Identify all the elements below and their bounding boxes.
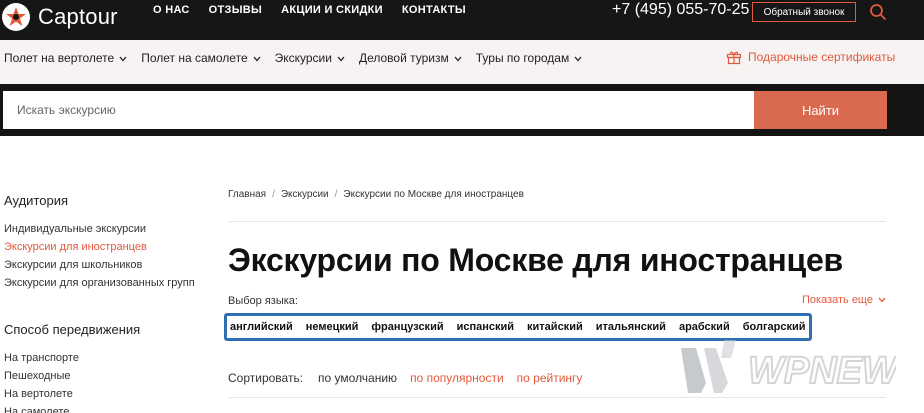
breadcrumb-separator: / — [334, 189, 338, 200]
nav-city-tours[interactable]: Туры по городам — [476, 51, 582, 65]
watermark-text: WPNEW — [748, 350, 896, 392]
top-nav: О НАС ОТЗЫВЫ АКЦИИ И СКИДКИ КОНТАКТЫ — [153, 4, 466, 16]
language-arabic[interactable]: арабский — [679, 321, 730, 333]
gift-certificates-label: Подарочные сертификаты — [748, 50, 896, 64]
sort-default[interactable]: по умолчанию — [318, 371, 397, 385]
sidebar-item-schoolchildren[interactable]: Экскурсии для школьников — [4, 256, 195, 274]
logo-star-icon — [2, 3, 30, 31]
language-german[interactable]: немецкий — [306, 321, 359, 333]
breadcrumb: Главная / Экскурсии / Экскурсии по Москв… — [228, 189, 524, 200]
phone-number[interactable]: +7 (495) 055-70-25 — [612, 1, 749, 19]
gift-icon — [726, 51, 742, 65]
nav-excursions[interactable]: Экскурсии — [275, 51, 345, 65]
sidebar-item-individual[interactable]: Индивидуальные экскурсии — [4, 220, 195, 238]
language-french[interactable]: французский — [371, 321, 443, 333]
sidebar-item-groups[interactable]: Экскурсии для организованных групп — [4, 274, 195, 292]
top-bar: Captour О НАС ОТЗЫВЫ АКЦИИ И СКИДКИ КОНТ… — [0, 0, 924, 40]
breadcrumb-home[interactable]: Главная — [228, 189, 266, 200]
language-english[interactable]: английский — [230, 321, 293, 333]
chevron-down-icon — [454, 51, 462, 65]
top-nav-contacts[interactable]: КОНТАКТЫ — [402, 4, 466, 16]
brand-name: Captour — [38, 4, 118, 29]
nav-helicopter-label: Полет на вертолете — [4, 51, 115, 65]
sidebar-item-airplane[interactable]: На самолете — [4, 403, 140, 413]
gift-certificates-link[interactable]: Подарочные сертификаты — [726, 49, 895, 65]
nav-business-label: Деловой туризм — [358, 51, 449, 65]
nav-business[interactable]: Деловой туризм — [359, 51, 462, 65]
nav-airplane[interactable]: Полет на самолете — [141, 51, 261, 65]
sidebar-audience: Аудитория Индивидуальные экскурсии Экску… — [4, 193, 195, 292]
chevron-down-icon — [253, 51, 261, 65]
search-input[interactable] — [3, 91, 754, 129]
nav-airplane-label: Полет на самолете — [141, 51, 248, 65]
audience-title: Аудитория — [4, 193, 69, 208]
language-spanish[interactable]: испанский — [457, 321, 514, 333]
sort-bar: Сортировать: по умолчанию по популярност… — [228, 371, 582, 385]
top-nav-about[interactable]: О НАС — [153, 4, 190, 16]
top-nav-reviews[interactable]: ОТЗЫВЫ — [209, 4, 262, 16]
nav-helicopter[interactable]: Полет на вертолете — [4, 51, 127, 65]
sidebar-transport: Способ передвижения На транспорте Пешехо… — [4, 322, 140, 413]
language-label: Выбор языка: — [228, 295, 298, 307]
show-more-label: Показать еще — [802, 294, 873, 306]
sidebar-item-transport[interactable]: На транспорте — [4, 349, 140, 367]
top-nav-promos[interactable]: АКЦИИ И СКИДКИ — [281, 4, 383, 16]
sidebar-item-foreigners[interactable]: Экскурсии для иностранцев — [4, 238, 195, 256]
nav-excursions-label: Экскурсии — [274, 51, 332, 65]
breadcrumb-separator: / — [272, 189, 275, 200]
search-button[interactable]: Найти — [754, 91, 887, 129]
search-band: Найти — [0, 84, 924, 136]
sidebar-item-helicopter[interactable]: На вертолете — [4, 385, 140, 403]
chevron-down-icon — [878, 294, 886, 306]
language-filter: английский немецкий французский испански… — [224, 313, 812, 341]
logo[interactable]: Captour — [2, 3, 118, 31]
language-chinese[interactable]: китайский — [527, 321, 583, 333]
chevron-down-icon — [574, 51, 582, 65]
language-italian[interactable]: итальянский — [596, 321, 666, 333]
page-title: Экскурсии по Москве для иностранцев — [228, 242, 844, 278]
search-icon[interactable] — [869, 3, 887, 26]
callback-button[interactable]: Обратный звонок — [752, 2, 856, 22]
breadcrumb-excursions[interactable]: Экскурсии — [281, 189, 329, 200]
sidebar-item-walking[interactable]: Пешеходные — [4, 367, 140, 385]
chevron-down-icon — [337, 51, 345, 65]
show-more-link[interactable]: Показать еще — [802, 294, 886, 306]
sort-popularity[interactable]: по популярности — [410, 371, 504, 385]
sort-label: Сортировать: — [228, 371, 304, 385]
transport-title: Способ передвижения — [4, 322, 141, 337]
category-nav: Полет на вертолете Полет на самолете Экс… — [0, 40, 924, 84]
sort-rating[interactable]: по рейтингу — [517, 371, 583, 385]
watermark-logo: WPNEW — [676, 338, 902, 403]
language-bulgarian[interactable]: болгарский — [743, 321, 806, 333]
nav-city-tours-label: Туры по городам — [475, 51, 570, 65]
chevron-down-icon — [119, 51, 127, 65]
divider — [228, 221, 886, 222]
breadcrumb-current: Экскурсии по Москве для иностранцев — [343, 189, 524, 200]
